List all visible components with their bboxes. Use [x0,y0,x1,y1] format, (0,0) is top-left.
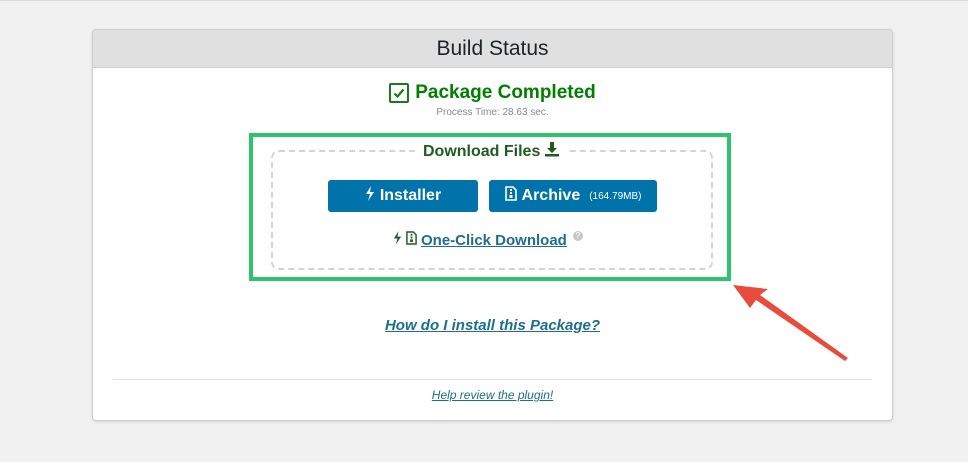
review-plugin-link[interactable]: Help review the plugin! [93,388,892,402]
installer-label: Installer [379,187,442,204]
help-icon[interactable]: ? [572,230,583,241]
archive-file-icon [504,186,517,206]
one-click-download: One-Click Download ? [393,230,583,250]
red-arrow [733,285,848,361]
archive-label: Archive [521,187,581,204]
bolt-icon [393,231,402,250]
installer-button[interactable]: Installer [328,180,478,212]
process-time: Process Time: 28.63 sec. [436,107,549,118]
one-click-download-link[interactable]: One-Click Download [421,232,567,249]
panel-title: Build Status [436,36,549,60]
top-border [0,0,968,1]
archive-button[interactable]: Archive (164.79MB) [489,180,657,212]
download-files-title: Download Files [415,141,569,162]
bolt-icon [365,186,375,206]
panel-header: Build Status [93,30,892,68]
download-icon [544,141,560,162]
divider [113,379,872,380]
check-icon [389,83,410,103]
status-text: Package Completed [415,82,596,103]
status-row: Package Completed [93,82,892,104]
archive-file-icon [406,231,417,250]
download-files-label: Download Files [423,142,541,160]
archive-size: (164.79MB) [589,190,642,202]
